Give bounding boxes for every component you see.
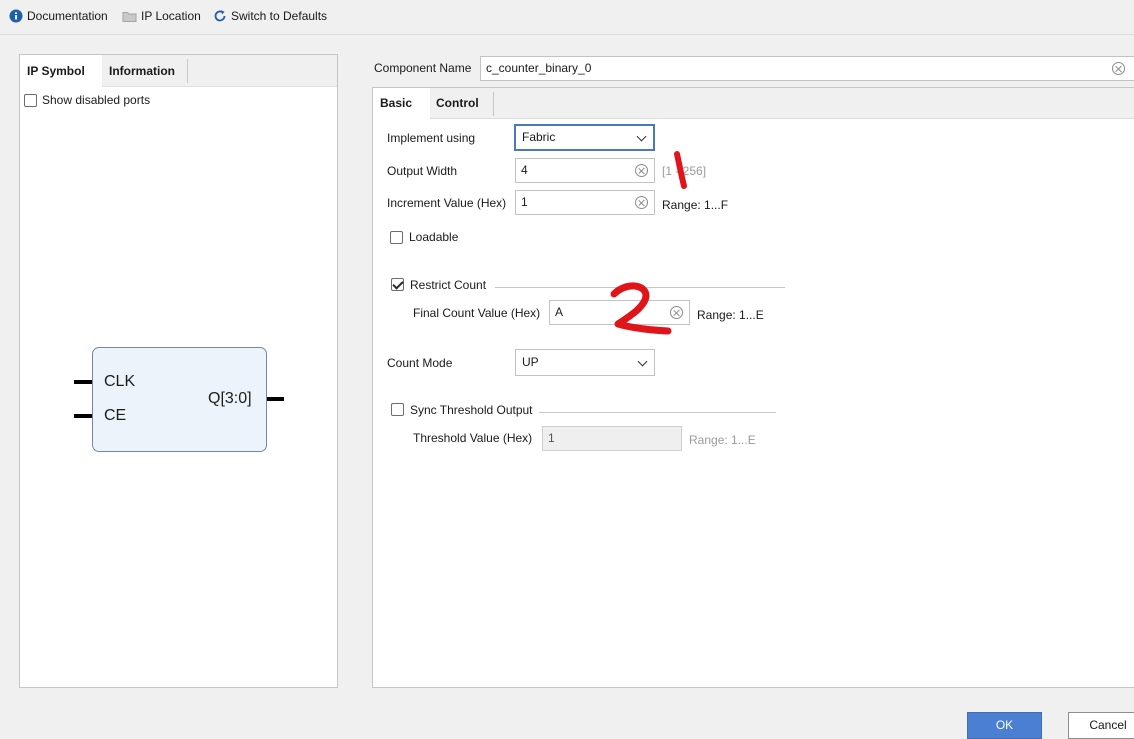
ip-symbol-block: CLK CE Q[3:0] xyxy=(92,347,267,452)
refresh-icon xyxy=(214,10,226,22)
tab-divider xyxy=(187,59,188,83)
q-pin xyxy=(266,397,284,401)
loadable-checkbox[interactable] xyxy=(390,231,403,244)
switch-to-defaults-label: Switch to Defaults xyxy=(231,9,328,23)
final-count-value: A xyxy=(555,305,564,319)
restrict-count-group-line xyxy=(495,287,785,288)
component-name-input[interactable]: c_counter_binary_0 xyxy=(480,56,1134,81)
folder-icon xyxy=(122,11,137,22)
output-width-input[interactable]: 4 xyxy=(515,158,655,183)
increment-value-label: Increment Value (Hex) xyxy=(387,196,507,210)
threshold-value-label: Threshold Value (Hex) xyxy=(413,431,533,445)
q-pin-label: Q[3:0] xyxy=(208,390,252,407)
increment-value-input[interactable]: 1 xyxy=(515,190,655,215)
sync-threshold-group-line xyxy=(539,412,776,413)
implement-using-value: Fabric xyxy=(522,130,556,144)
switch-to-defaults-button[interactable]: Switch to Defaults xyxy=(213,7,327,25)
increment-value-value: 1 xyxy=(521,195,528,209)
clear-icon[interactable] xyxy=(670,306,683,319)
count-mode-select[interactable]: UP xyxy=(515,349,655,376)
threshold-value-value: 1 xyxy=(548,431,555,445)
show-disabled-ports-label: Show disabled ports xyxy=(42,93,151,107)
sync-threshold-checkbox[interactable] xyxy=(391,403,404,416)
threshold-value-input[interactable]: 1 xyxy=(542,426,682,451)
component-name-value: c_counter_binary_0 xyxy=(486,61,592,75)
tab-control[interactable]: Control xyxy=(429,88,494,119)
ok-button[interactable]: OK xyxy=(967,712,1042,739)
chevron-down-icon xyxy=(637,356,648,367)
implement-using-label: Implement using xyxy=(387,131,476,145)
count-mode-label: Count Mode xyxy=(387,356,453,370)
final-count-label: Final Count Value (Hex) xyxy=(413,306,541,320)
clk-pin xyxy=(74,380,93,384)
increment-value-range: Range: 1...F xyxy=(662,198,729,212)
show-disabled-ports-checkbox[interactable] xyxy=(24,94,37,107)
clear-icon[interactable] xyxy=(1112,62,1125,75)
tab-basic[interactable]: Basic xyxy=(373,88,430,119)
cancel-button[interactable]: Cancel xyxy=(1068,712,1134,739)
restrict-count-label: Restrict Count xyxy=(410,278,487,292)
output-width-range: [1 - 256] xyxy=(662,164,707,178)
sync-threshold-label: Sync Threshold Output xyxy=(410,403,533,417)
documentation-button[interactable]: Documentation xyxy=(9,7,108,25)
clk-pin-label: CLK xyxy=(104,373,136,390)
threshold-value-range: Range: 1...E xyxy=(689,433,756,447)
tab-information[interactable]: Information xyxy=(102,55,188,87)
toolbar-divider xyxy=(0,34,1134,35)
ce-pin xyxy=(74,414,93,418)
output-width-label: Output Width xyxy=(387,164,458,178)
toolbar: Documentation IP Location Switch to Defa… xyxy=(0,0,1134,34)
documentation-label: Documentation xyxy=(27,9,108,23)
final-count-range: Range: 1...E xyxy=(697,308,764,322)
left-tabs: IP Symbol Information xyxy=(20,55,337,87)
ip-location-label: IP Location xyxy=(141,9,201,23)
chevron-down-icon xyxy=(636,131,647,142)
ip-location-button[interactable]: IP Location xyxy=(122,7,201,25)
loadable-label: Loadable xyxy=(409,230,459,244)
component-name-label: Component Name xyxy=(374,61,472,75)
config-tabs: Basic Control xyxy=(373,88,1134,119)
output-width-value: 4 xyxy=(521,163,528,177)
count-mode-value: UP xyxy=(522,355,539,369)
clear-icon[interactable] xyxy=(635,164,648,177)
tab-ip-symbol[interactable]: IP Symbol xyxy=(20,55,102,87)
clear-icon[interactable] xyxy=(635,196,648,209)
ce-pin-label: CE xyxy=(104,407,127,424)
tab-divider xyxy=(493,92,494,116)
restrict-count-checkbox[interactable] xyxy=(391,278,404,291)
info-icon xyxy=(9,9,23,23)
implement-using-select[interactable]: Fabric xyxy=(514,124,655,151)
configuration-panel: Basic Control xyxy=(372,87,1134,688)
final-count-input[interactable]: A xyxy=(549,300,690,325)
